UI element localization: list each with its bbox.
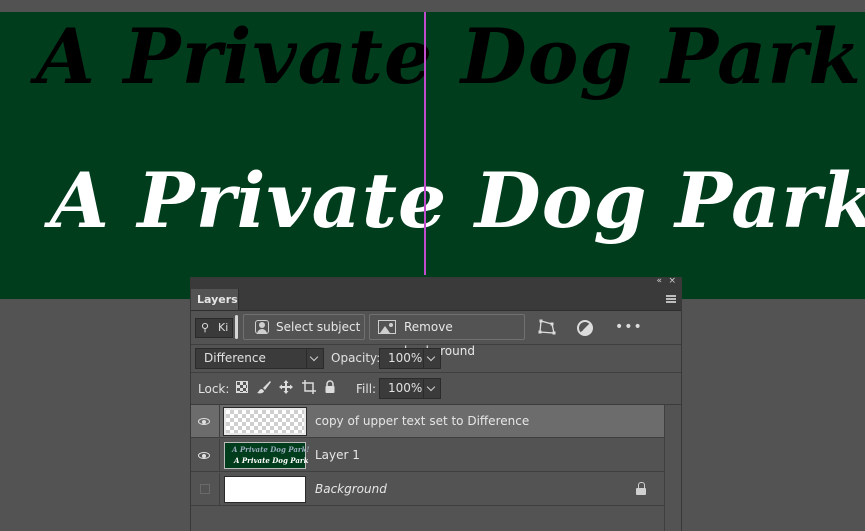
layer-thumbnail xyxy=(223,407,307,436)
layers-scrollbar[interactable] xyxy=(664,405,681,531)
panel-header: « × xyxy=(191,276,681,289)
collapse-icon[interactable]: « xyxy=(656,276,661,286)
lock-all-icon[interactable] xyxy=(322,379,338,395)
layer-name[interactable]: Background xyxy=(315,482,387,496)
person-icon xyxy=(255,320,269,334)
panel-tab-row: Layers xyxy=(191,289,681,311)
layer-name[interactable]: Layer 1 xyxy=(315,448,360,462)
lower-headline: A Private Dog Park xyxy=(50,156,865,245)
divider xyxy=(219,405,220,438)
chevron-down-icon[interactable] xyxy=(423,379,440,398)
blend-row: Difference Opacity: 100% xyxy=(191,345,681,371)
eye-icon[interactable] xyxy=(198,415,212,429)
lock-label: Lock: xyxy=(198,382,230,396)
layer-row-difference-copy[interactable]: copy of upper text set to Difference xyxy=(191,405,664,438)
fill-value: 100% xyxy=(388,381,423,395)
lock-image-pixels-icon[interactable] xyxy=(256,379,272,395)
more-options-icon[interactable]: ••• xyxy=(615,317,642,337)
lock-row: Lock: Fill: 100% xyxy=(191,373,681,403)
toolbar-scroll-handle[interactable] xyxy=(235,315,238,339)
thumbnail-text-upper: A Private Dog Park! xyxy=(232,445,310,454)
chevron-down-icon[interactable] xyxy=(423,349,440,368)
divider xyxy=(219,473,220,506)
chevron-down-icon xyxy=(306,349,323,368)
opacity-label: Opacity: xyxy=(331,351,381,365)
layer-thumbnail: A Private Dog Park! A Private Dog Park xyxy=(224,442,310,469)
filter-value: Ki xyxy=(218,321,229,334)
upper-headline: A Private Dog Park! xyxy=(36,12,865,101)
divider xyxy=(219,439,220,472)
tab-layers[interactable]: Layers xyxy=(191,289,239,310)
visibility-toggle[interactable] xyxy=(200,484,210,494)
layer-row-background[interactable]: Background xyxy=(191,473,664,506)
remove-background-button[interactable]: Remove background xyxy=(369,314,525,358)
select-subject-button[interactable]: Select subject xyxy=(243,314,365,340)
search-icon: ⚲ xyxy=(201,321,210,334)
layer-name[interactable]: copy of upper text set to Difference xyxy=(315,414,529,428)
layer-row-layer-1[interactable]: A Private Dog Park! A Private Dog Park L… xyxy=(191,439,664,472)
fill-label: Fill: xyxy=(356,382,377,396)
fill-field[interactable]: 100% xyxy=(379,378,441,399)
adjustment-layer-icon[interactable] xyxy=(577,320,593,336)
lock-artboard-icon[interactable] xyxy=(301,379,317,395)
opacity-value: 100% xyxy=(388,351,423,365)
eye-icon[interactable] xyxy=(198,449,212,463)
opacity-field[interactable]: 100% xyxy=(379,348,441,369)
thumbnail-text-lower: A Private Dog Park xyxy=(234,456,309,465)
layer-filter-input[interactable]: ⚲ Ki xyxy=(195,318,233,338)
select-subject-label: Select subject xyxy=(276,320,361,334)
document-canvas[interactable]: A Private Dog Park! A Private Dog Park xyxy=(0,12,865,299)
top-bar xyxy=(0,0,865,12)
blend-mode-select[interactable]: Difference xyxy=(195,348,324,369)
layer-list: copy of upper text set to Difference A P… xyxy=(191,405,681,531)
blend-mode-value: Difference xyxy=(204,351,266,365)
lock-transparent-pixels-icon[interactable] xyxy=(236,381,248,393)
panel-menu-icon[interactable] xyxy=(666,295,676,303)
lock-icon[interactable] xyxy=(636,482,647,496)
layers-panel: « × Layers ⚲ Ki Select subject Remove ba… xyxy=(190,276,682,531)
image-icon xyxy=(378,320,396,334)
vertical-guide[interactable] xyxy=(424,12,426,275)
contextual-toolbar: ⚲ Ki Select subject Remove background ••… xyxy=(191,311,681,358)
close-icon[interactable]: × xyxy=(668,276,676,286)
lock-position-icon[interactable] xyxy=(278,379,294,395)
layer-thumbnail xyxy=(224,476,306,503)
polygon-selection-icon[interactable] xyxy=(537,317,557,337)
